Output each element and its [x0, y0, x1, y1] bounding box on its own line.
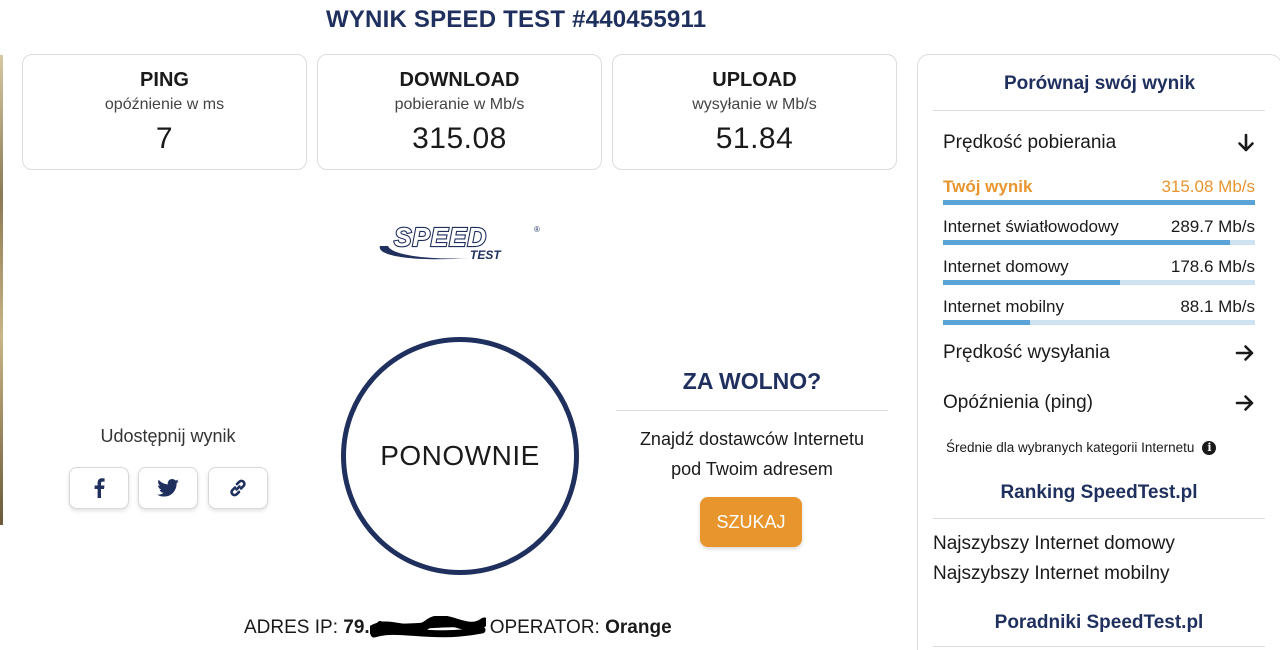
restart-test-button[interactable]: PONOWNIE [341, 337, 579, 575]
ping-title: PING [140, 69, 189, 91]
too-slow-text: Znajdź dostawców Internetu pod Twoim adr… [616, 424, 888, 484]
compare-row-mine: Twój wynik 315.08 Mb/s [943, 177, 1255, 205]
upload-title: UPLOAD [712, 69, 797, 91]
twitter-icon [157, 479, 179, 497]
compare-bar-fill [943, 280, 1120, 285]
ip-value: 79. [343, 617, 370, 638]
compare-bar-fill [943, 320, 1031, 325]
share-facebook-button[interactable] [69, 467, 129, 509]
compare-row-mobile: Internet mobilny 88.1 Mb/s [943, 297, 1255, 325]
link-icon [230, 479, 246, 497]
divider [933, 518, 1265, 519]
upload-subtitle: wysyłanie w Mb/s [692, 96, 817, 113]
share-label: Udostępnij wynik [100, 426, 236, 446]
compare-row-line: Twój wynik 315.08 Mb/s [943, 177, 1255, 197]
too-slow-title: ZA WOLNO? [682, 368, 822, 394]
compare-row-label: Internet domowy [943, 257, 1069, 276]
ping-toggle[interactable]: Opóźnienia (ping) [943, 392, 1255, 414]
arrow-right-icon [1235, 345, 1254, 361]
averages-note: Średnie dla wybranych kategorii Internet… [946, 440, 1217, 455]
guides-title[interactable]: Poradniki SpeedTest.pl [934, 612, 1264, 634]
compare-bar [943, 280, 1255, 285]
ip-operator-line: ADRES IP: 79. OPERATOR: Orange [244, 615, 672, 640]
facebook-icon [94, 478, 105, 498]
compare-title: Porównaj swój wynik [1003, 73, 1196, 94]
compare-row-label: Internet mobilny [943, 297, 1064, 316]
ranking-link-mobile[interactable]: Najszybszy Internet mobilny [933, 563, 1170, 585]
averages-note-text: Średnie dla wybranych kategorii Internet… [946, 440, 1195, 455]
logo-subtext: TEST [470, 248, 502, 262]
operator-label: OPERATOR: [489, 617, 600, 638]
compare-row-line: Internet domowy 178.6 Mb/s [943, 257, 1255, 277]
compare-bar [943, 200, 1255, 205]
divider [933, 110, 1265, 111]
upload-speed-toggle[interactable]: Prędkość wysyłania [943, 342, 1255, 364]
upload-value: 51.84 [715, 122, 794, 155]
ping-value: 7 [155, 122, 174, 155]
download-card: DOWNLOAD pobieranie w Mb/s 315.08 [317, 54, 602, 170]
download-title: DOWNLOAD [399, 69, 520, 91]
ip-label: ADRES IP: [244, 617, 338, 638]
share-link-button[interactable] [208, 467, 268, 509]
ranking-link-home[interactable]: Najszybszy Internet domowy [933, 533, 1175, 555]
arrow-down-icon [1238, 133, 1254, 152]
compare-row-value: 88.1 Mb/s [1180, 297, 1255, 316]
ping-subtitle: opóźnienie w ms [104, 96, 225, 113]
search-button[interactable]: SZUKAJ [700, 497, 802, 547]
compare-row-value: 289.7 Mb/s [1170, 217, 1255, 236]
too-slow-text-line: pod Twoim adresem [671, 459, 833, 479]
compare-row-label: Internet światłowodowy [943, 217, 1119, 236]
info-icon[interactable]: i [1202, 440, 1217, 455]
download-subtitle: pobieranie w Mb/s [394, 96, 525, 113]
redaction-scribble [367, 615, 489, 640]
compare-row-home: Internet domowy 178.6 Mb/s [943, 257, 1255, 285]
upload-speed-label: Prędkość wysyłania [943, 342, 1110, 363]
ping-label: Opóźnienia (ping) [943, 392, 1093, 413]
compare-row-fiber: Internet światłowodowy 289.7 Mb/s [943, 217, 1255, 245]
compare-bar [943, 240, 1255, 245]
ping-card: PING opóźnienie w ms 7 [22, 54, 307, 170]
compare-row-line: Internet mobilny 88.1 Mb/s [943, 297, 1255, 317]
registered-mark: ® [534, 225, 540, 234]
ranking-title[interactable]: Ranking SpeedTest.pl [934, 482, 1264, 504]
compare-row-value: 178.6 Mb/s [1170, 257, 1255, 276]
speedtest-logo[interactable]: SPEED TEST ® [374, 220, 546, 264]
page-title: WYNIK SPEED TEST #440455911 [326, 6, 707, 33]
upload-card: UPLOAD wysyłanie w Mb/s 51.84 [612, 54, 897, 170]
compare-row-line: Internet światłowodowy 289.7 Mb/s [943, 217, 1255, 237]
download-speed-label: Prędkość pobierania [943, 132, 1117, 153]
operator-value: Orange [605, 617, 672, 638]
download-speed-toggle[interactable]: Prędkość pobierania [943, 132, 1255, 154]
compare-row-label: Twój wynik [943, 177, 1033, 196]
compare-row-value: 315.08 Mb/s [1161, 177, 1255, 196]
too-slow-text-line: Znajdź dostawców Internetu [639, 429, 865, 449]
compare-bar-fill [943, 240, 1230, 245]
arrow-right-icon [1235, 395, 1254, 411]
divider [933, 646, 1265, 647]
compare-bar-fill [943, 200, 1255, 205]
share-twitter-button[interactable] [138, 467, 198, 509]
left-edge-image [0, 55, 3, 525]
compare-bar [943, 320, 1255, 325]
download-value: 315.08 [412, 122, 507, 155]
divider [616, 410, 888, 411]
